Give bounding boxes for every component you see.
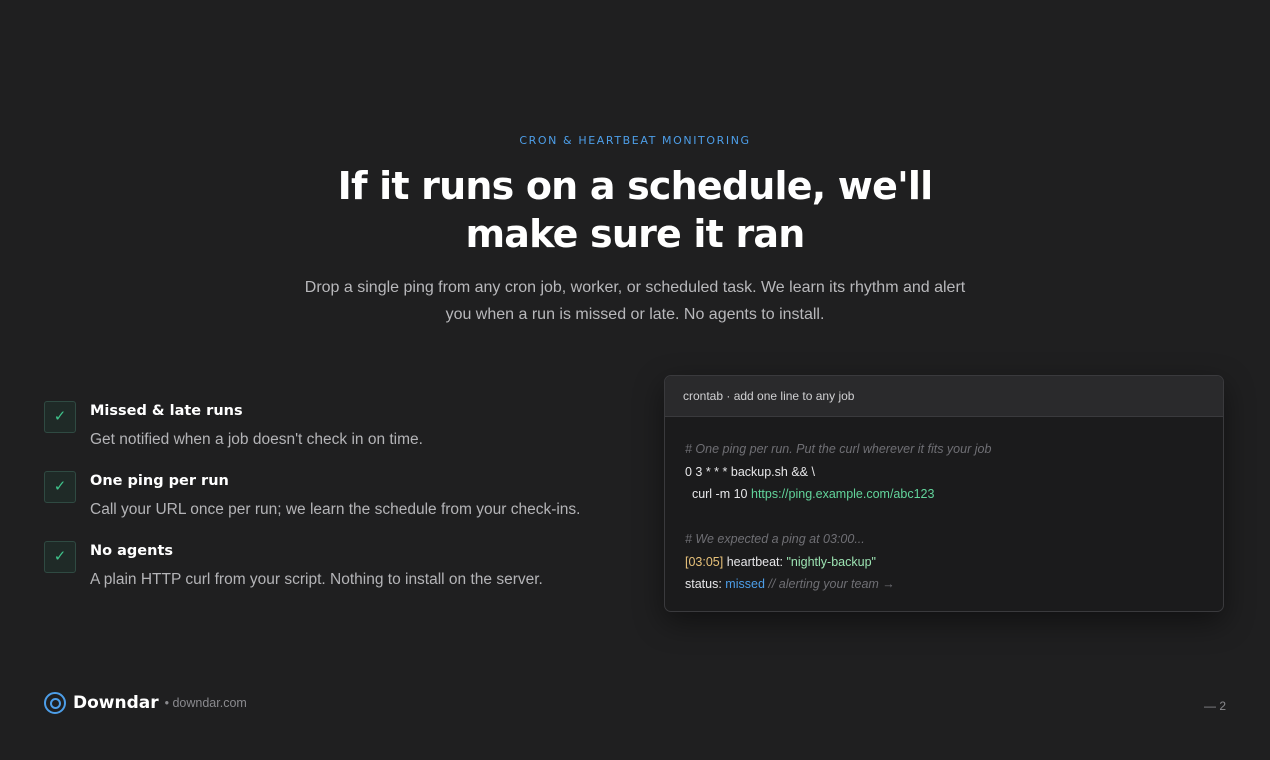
feature-description: A plain HTTP curl from your script. Noth… xyxy=(90,571,543,588)
headline-line-2: make sure it ran xyxy=(465,212,806,256)
status-value: missed xyxy=(725,577,765,591)
ping-url: https://ping.example.com/abc123 xyxy=(751,487,935,501)
brand-name: Downdar xyxy=(73,693,159,713)
radar-icon xyxy=(44,692,66,714)
subheadline: Drop a single ping from any cron job, wo… xyxy=(285,274,985,328)
feature-title: No agents xyxy=(90,543,174,559)
curl-command: curl -m 10 xyxy=(685,487,751,501)
code-line-log: [03:05] heartbeat: "nightly-backup" xyxy=(685,551,1223,574)
footer-brand[interactable]: Downdar • downdar.com xyxy=(44,692,247,714)
check-icon: ✓ xyxy=(44,471,76,503)
code-card: crontab · add one line to any job # One … xyxy=(664,375,1224,612)
headline: If it runs on a schedule, we'll make sur… xyxy=(235,162,1035,258)
code-line-status: status: missed // alerting your team → xyxy=(685,573,1223,596)
status-comment: // alerting your team → xyxy=(764,577,895,591)
eyebrow-label: CRON & HEARTBEAT MONITORING xyxy=(519,134,751,147)
feature-item-no-agents: ✓ No agents A plain HTTP curl from your … xyxy=(44,541,624,611)
feature-item-one-ping: ✓ One ping per run Call your URL once pe… xyxy=(44,471,624,541)
subheadline-line-1: Drop a single ping from any cron job, wo… xyxy=(304,279,966,296)
feature-description: Get notified when a job doesn't check in… xyxy=(90,431,423,448)
log-label: heartbeat: xyxy=(723,554,787,569)
code-card-header: crontab · add one line to any job xyxy=(665,376,1223,417)
brand-domain: • downdar.com xyxy=(164,696,247,710)
check-icon: ✓ xyxy=(44,401,76,433)
code-card-body: # One ping per run. Put the curl whereve… xyxy=(665,417,1223,596)
feature-title: Missed & late runs xyxy=(90,403,243,419)
status-label: status: xyxy=(685,577,726,591)
code-line-comment: # One ping per run. Put the curl whereve… xyxy=(685,442,992,456)
feature-description: Call your URL once per run; we learn the… xyxy=(90,501,581,518)
feature-title: One ping per run xyxy=(90,473,229,489)
headline-line-1: If it runs on a schedule, we'll xyxy=(337,164,934,208)
code-line-comment: # We expected a ping at 03:00... xyxy=(685,532,865,546)
feature-item-missed-late: ✓ Missed & late runs Get notified when a… xyxy=(44,401,624,471)
code-line-curl: curl -m 10 https://ping.example.com/abc1… xyxy=(685,483,1223,506)
check-icon: ✓ xyxy=(44,541,76,573)
subheadline-line-2: you when a run is missed or late. No age… xyxy=(445,306,825,323)
log-value: "nightly-backup" xyxy=(786,554,876,569)
page-number: — 2 xyxy=(1203,699,1226,713)
feature-list: ✓ Missed & late runs Get notified when a… xyxy=(44,401,624,611)
log-time: [03:05] xyxy=(685,554,724,569)
code-line-cron: 0 3 * * * backup.sh && \ xyxy=(685,464,815,479)
